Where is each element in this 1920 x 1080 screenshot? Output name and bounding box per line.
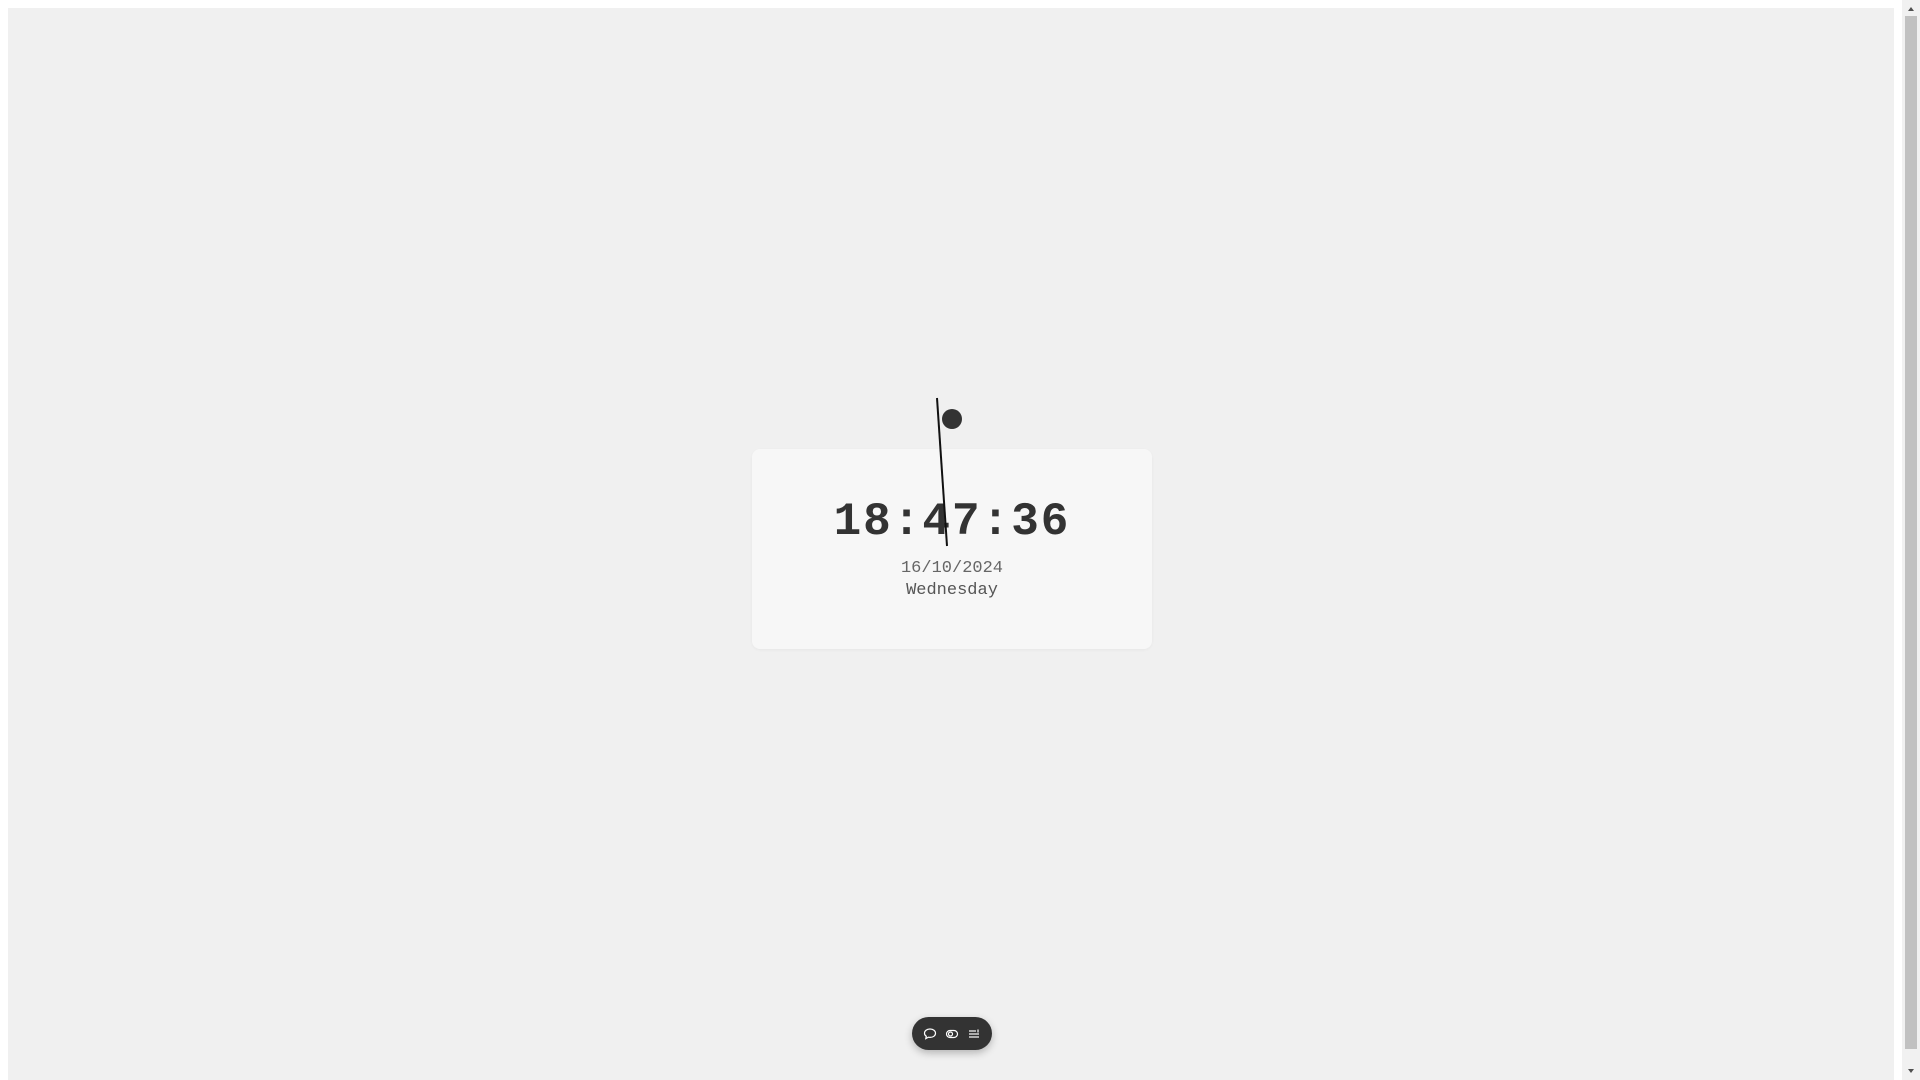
vertical-scrollbar[interactable] — [1902, 0, 1920, 1080]
clock-weekday: Wednesday — [906, 581, 998, 600]
chat-bubble-icon — [923, 1027, 937, 1040]
chat-button[interactable] — [920, 1024, 940, 1044]
page-viewport: 18:47:36 16/10/2024 Wednesday — [8, 8, 1894, 1080]
toggle-theme-icon — [945, 1029, 959, 1038]
scroll-down-arrow-icon[interactable] — [1902, 1064, 1920, 1078]
scroll-up-arrow-icon[interactable] — [1902, 2, 1920, 16]
clock-card: 18:47:36 16/10/2024 Wednesday — [752, 449, 1152, 649]
menu-list-icon — [969, 1029, 979, 1038]
scrollbar-thumb[interactable] — [1905, 16, 1917, 1049]
pendulum-bob — [942, 409, 962, 429]
theme-toggle-button[interactable] — [942, 1024, 962, 1044]
clock-time: 18:47:36 — [833, 496, 1071, 548]
menu-button[interactable] — [964, 1024, 984, 1044]
clock-date: 16/10/2024 — [900, 559, 1004, 578]
bottom-dock — [912, 1017, 992, 1050]
